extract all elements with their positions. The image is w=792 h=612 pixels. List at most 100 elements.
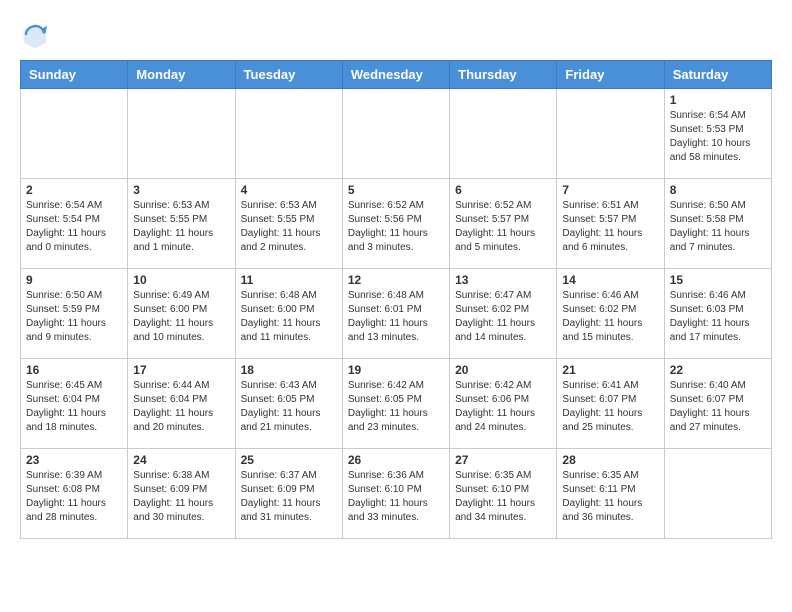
weekday-header-saturday: Saturday [664, 61, 771, 89]
day-number: 26 [348, 453, 444, 467]
weekday-header-sunday: Sunday [21, 61, 128, 89]
calendar-cell: 16Sunrise: 6:45 AM Sunset: 6:04 PM Dayli… [21, 359, 128, 449]
page-header [20, 20, 772, 50]
calendar-cell: 26 Sunrise: 6:36 AM Sunset: 6:10 PM Dayli… [342, 449, 449, 539]
day-info: Sunrise: 6:40 AM Sunset: 6:07 PM Dayligh… [670, 379, 766, 435]
day-info: Sunrise: 6:42 AM Sunset: 6:05 PM Dayligh… [348, 379, 444, 435]
day-info: Sunrise: 6:49 AM Sunset: 6:00 PM Dayligh… [133, 289, 229, 345]
day-number: 11 [241, 273, 337, 287]
day-info: Sunrise: 6:53 AM Sunset: 5:55 PM Dayligh… [133, 199, 229, 255]
calendar-cell: 22 Sunrise: 6:40 AM Sunset: 6:07 PM Dayli… [664, 359, 771, 449]
calendar-table: SundayMondayTuesdayWednesdayThursdayFrid… [20, 60, 772, 539]
day-number: 5 [348, 183, 444, 197]
day-info: Sunrise: 6:35 AM Sunset: 6:11 PM Dayligh… [562, 469, 658, 525]
calendar-cell: 3Sunrise: 6:53 AM Sunset: 5:55 PM Daylig… [128, 179, 235, 269]
day-info: Sunrise: 6:48 AM Sunset: 6:00 PM Dayligh… [241, 289, 337, 345]
calendar-cell [557, 89, 664, 179]
calendar-cell [664, 449, 771, 539]
calendar-cell: 6 Sunrise: 6:52 AM Sunset: 5:57 PM Daylig… [450, 179, 557, 269]
day-number: 9 [26, 273, 122, 287]
calendar-cell: 9Sunrise: 6:50 AM Sunset: 5:59 PM Daylig… [21, 269, 128, 359]
calendar-week-4: 16Sunrise: 6:45 AM Sunset: 6:04 PM Dayli… [21, 359, 772, 449]
day-number: 17 [133, 363, 229, 377]
calendar-cell: 10 Sunrise: 6:49 AM Sunset: 6:00 PM Dayli… [128, 269, 235, 359]
calendar-cell: 7 Sunrise: 6:51 AM Sunset: 5:57 PM Daylig… [557, 179, 664, 269]
day-info: Sunrise: 6:43 AM Sunset: 6:05 PM Dayligh… [241, 379, 337, 435]
calendar-cell: 8 Sunrise: 6:50 AM Sunset: 5:58 PM Daylig… [664, 179, 771, 269]
calendar-cell: 4 Sunrise: 6:53 AM Sunset: 5:55 PM Daylig… [235, 179, 342, 269]
day-number: 19 [348, 363, 444, 377]
weekday-header-friday: Friday [557, 61, 664, 89]
day-number: 16 [26, 363, 122, 377]
day-info: Sunrise: 6:37 AM Sunset: 6:09 PM Dayligh… [241, 469, 337, 525]
day-info: Sunrise: 6:42 AM Sunset: 6:06 PM Dayligh… [455, 379, 551, 435]
day-number: 1 [670, 93, 766, 107]
day-number: 28 [562, 453, 658, 467]
calendar-week-3: 9Sunrise: 6:50 AM Sunset: 5:59 PM Daylig… [21, 269, 772, 359]
day-number: 12 [348, 273, 444, 287]
day-number: 20 [455, 363, 551, 377]
calendar-cell [235, 89, 342, 179]
calendar-cell: 11 Sunrise: 6:48 AM Sunset: 6:00 PM Dayli… [235, 269, 342, 359]
calendar-cell: 15 Sunrise: 6:46 AM Sunset: 6:03 PM Dayli… [664, 269, 771, 359]
day-number: 22 [670, 363, 766, 377]
day-info: Sunrise: 6:38 AM Sunset: 6:09 PM Dayligh… [133, 469, 229, 525]
calendar-cell: 5 Sunrise: 6:52 AM Sunset: 5:56 PM Daylig… [342, 179, 449, 269]
calendar-cell [450, 89, 557, 179]
calendar-header-row: SundayMondayTuesdayWednesdayThursdayFrid… [21, 61, 772, 89]
day-number: 13 [455, 273, 551, 287]
day-info: Sunrise: 6:46 AM Sunset: 6:03 PM Dayligh… [670, 289, 766, 345]
logo [20, 20, 52, 50]
day-number: 7 [562, 183, 658, 197]
day-number: 21 [562, 363, 658, 377]
calendar-cell: 28 Sunrise: 6:35 AM Sunset: 6:11 PM Dayli… [557, 449, 664, 539]
calendar-cell: 27 Sunrise: 6:35 AM Sunset: 6:10 PM Dayli… [450, 449, 557, 539]
calendar-cell: 20 Sunrise: 6:42 AM Sunset: 6:06 PM Dayli… [450, 359, 557, 449]
day-info: Sunrise: 6:52 AM Sunset: 5:57 PM Dayligh… [455, 199, 551, 255]
calendar-cell: 18 Sunrise: 6:43 AM Sunset: 6:05 PM Dayli… [235, 359, 342, 449]
day-info: Sunrise: 6:47 AM Sunset: 6:02 PM Dayligh… [455, 289, 551, 345]
day-info: Sunrise: 6:54 AM Sunset: 5:53 PM Dayligh… [670, 109, 766, 165]
calendar-cell [128, 89, 235, 179]
calendar-cell: 13 Sunrise: 6:47 AM Sunset: 6:02 PM Dayli… [450, 269, 557, 359]
day-number: 8 [670, 183, 766, 197]
day-number: 18 [241, 363, 337, 377]
calendar-cell: 25 Sunrise: 6:37 AM Sunset: 6:09 PM Dayli… [235, 449, 342, 539]
day-info: Sunrise: 6:50 AM Sunset: 5:58 PM Dayligh… [670, 199, 766, 255]
day-number: 14 [562, 273, 658, 287]
day-info: Sunrise: 6:53 AM Sunset: 5:55 PM Dayligh… [241, 199, 337, 255]
calendar-cell: 24Sunrise: 6:38 AM Sunset: 6:09 PM Dayli… [128, 449, 235, 539]
day-info: Sunrise: 6:39 AM Sunset: 6:08 PM Dayligh… [26, 469, 122, 525]
day-info: Sunrise: 6:35 AM Sunset: 6:10 PM Dayligh… [455, 469, 551, 525]
calendar-cell [342, 89, 449, 179]
weekday-header-wednesday: Wednesday [342, 61, 449, 89]
calendar-week-1: 1 Sunrise: 6:54 AM Sunset: 5:53 PM Daylig… [21, 89, 772, 179]
day-info: Sunrise: 6:51 AM Sunset: 5:57 PM Dayligh… [562, 199, 658, 255]
calendar-cell [21, 89, 128, 179]
day-number: 25 [241, 453, 337, 467]
day-number: 23 [26, 453, 122, 467]
weekday-header-monday: Monday [128, 61, 235, 89]
calendar-cell: 17 Sunrise: 6:44 AM Sunset: 6:04 PM Dayli… [128, 359, 235, 449]
calendar-cell: 12 Sunrise: 6:48 AM Sunset: 6:01 PM Dayli… [342, 269, 449, 359]
day-number: 4 [241, 183, 337, 197]
calendar-cell: 1 Sunrise: 6:54 AM Sunset: 5:53 PM Daylig… [664, 89, 771, 179]
day-info: Sunrise: 6:46 AM Sunset: 6:02 PM Dayligh… [562, 289, 658, 345]
calendar-week-2: 2Sunrise: 6:54 AM Sunset: 5:54 PM Daylig… [21, 179, 772, 269]
calendar-cell: 21 Sunrise: 6:41 AM Sunset: 6:07 PM Dayli… [557, 359, 664, 449]
calendar-cell: 2Sunrise: 6:54 AM Sunset: 5:54 PM Daylig… [21, 179, 128, 269]
calendar-cell: 19 Sunrise: 6:42 AM Sunset: 6:05 PM Dayli… [342, 359, 449, 449]
day-number: 15 [670, 273, 766, 287]
weekday-header-thursday: Thursday [450, 61, 557, 89]
day-number: 6 [455, 183, 551, 197]
day-info: Sunrise: 6:52 AM Sunset: 5:56 PM Dayligh… [348, 199, 444, 255]
weekday-header-tuesday: Tuesday [235, 61, 342, 89]
day-info: Sunrise: 6:36 AM Sunset: 6:10 PM Dayligh… [348, 469, 444, 525]
logo-icon [20, 20, 50, 50]
day-number: 27 [455, 453, 551, 467]
day-info: Sunrise: 6:48 AM Sunset: 6:01 PM Dayligh… [348, 289, 444, 345]
day-info: Sunrise: 6:44 AM Sunset: 6:04 PM Dayligh… [133, 379, 229, 435]
day-number: 10 [133, 273, 229, 287]
calendar-cell: 14 Sunrise: 6:46 AM Sunset: 6:02 PM Dayli… [557, 269, 664, 359]
day-info: Sunrise: 6:41 AM Sunset: 6:07 PM Dayligh… [562, 379, 658, 435]
